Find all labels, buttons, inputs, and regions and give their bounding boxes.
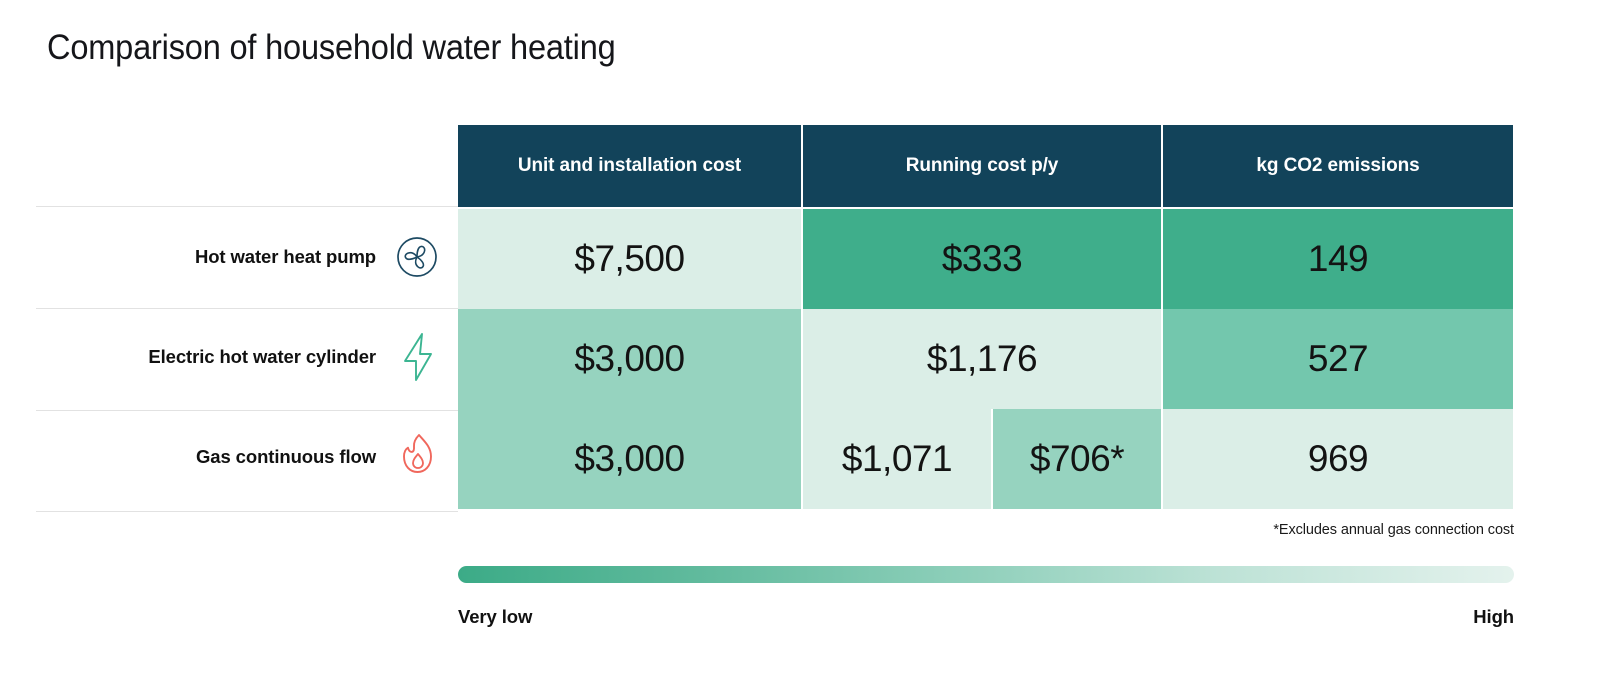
row-label-cell-heat-pump: Hot water heat pump [36,207,458,307]
cell-co2: 149 [1163,209,1513,309]
row-label-cell-electric-cylinder: Electric hot water cylinder [36,307,458,407]
legend-label-high: High [1473,606,1514,627]
page-title: Comparison of household water heating [47,28,616,67]
header-cells: Unit and installation cost Running cost … [458,125,1514,207]
header-label-spacer [36,125,458,207]
row-divider [36,206,458,207]
cell-running-cost: $333 [803,209,1161,309]
comparison-table: Unit and installation cost Running cost … [36,125,1514,509]
row-label-text: Gas continuous flow [195,446,376,467]
cell-running-cost-excluding-connection: $706* [993,409,1161,509]
flame-icon [390,430,444,484]
row-label-cell-gas-flow: Gas continuous flow [36,407,458,507]
row-cells: $3,000 $1,071 $706* 969 [458,409,1514,509]
column-header-co2: kg CO2 emissions [1163,125,1513,207]
cell-unit-cost: $3,000 [458,409,801,509]
lightning-bolt-icon [390,330,444,384]
column-header-unit-cost: Unit and installation cost [458,125,801,207]
row-label-text: Electric hot water cylinder [148,346,376,367]
row-cells: $3,000 $1,176 527 [458,309,1514,409]
table-row: Gas continuous flow $3,000 $1,071 $706* … [36,407,1514,509]
footnote: *Excludes annual gas connection cost [1273,522,1514,538]
row-label-text: Hot water heat pump [194,246,376,267]
cell-running-cost-split: $1,071 $706* [803,409,1161,509]
fan-icon [390,232,444,282]
legend-label-very-low: Very low [458,606,533,627]
cell-co2: 969 [1163,409,1513,509]
column-header-running-cost: Running cost p/y [803,125,1161,207]
cell-co2: 527 [1163,309,1513,409]
row-cells: $7,500 $333 149 [458,209,1514,309]
row-divider [36,511,458,512]
table-header-row: Unit and installation cost Running cost … [36,125,1514,207]
cell-running-cost: $1,176 [803,309,1161,409]
legend-gradient-bar [458,566,1514,583]
cell-running-cost: $1,071 [803,409,991,509]
row-divider [36,410,458,411]
table-row: Electric hot water cylinder $3,000 $1,17… [36,307,1514,409]
table-row: Hot water heat pump $7,500 $333 149 [36,207,1514,309]
cell-unit-cost: $7,500 [458,209,801,309]
row-divider [36,308,458,309]
cell-unit-cost: $3,000 [458,309,801,409]
